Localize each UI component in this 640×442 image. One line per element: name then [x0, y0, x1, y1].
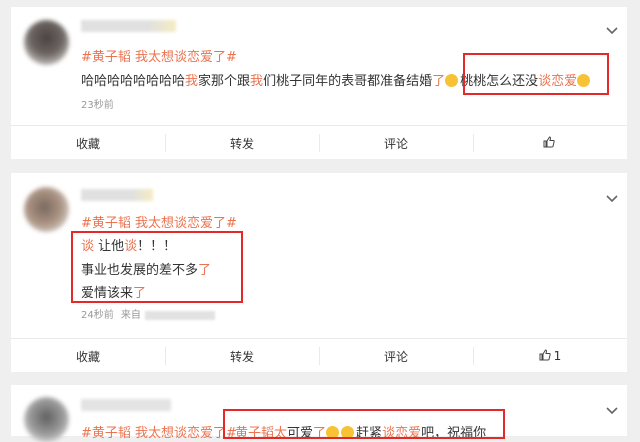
comment-button[interactable]: 评论	[319, 339, 473, 373]
hashtag-link[interactable]: #黄子韬 我太想谈恋爱了#	[81, 422, 237, 441]
highlight-box	[223, 409, 505, 439]
chevron-down-icon[interactable]	[605, 403, 619, 417]
chevron-down-icon[interactable]	[605, 191, 619, 205]
hashtag-link[interactable]: #黄子韬 我太想谈恋爱了#	[81, 212, 237, 231]
highlight-box	[463, 53, 609, 95]
timestamp[interactable]: 23秒前	[81, 96, 114, 111]
like-button[interactable]	[473, 126, 627, 160]
username[interactable]	[81, 20, 176, 32]
username[interactable]	[81, 189, 153, 201]
action-bar: 收藏 转发 评论 1	[11, 338, 627, 373]
username[interactable]	[81, 399, 171, 411]
avatar[interactable]	[24, 187, 69, 232]
post-card-3: #黄子韬 我太想谈恋爱了# 黄子韬太可爱了 赶紧谈恋爱吧，祝福你	[11, 385, 627, 442]
hashtag-link[interactable]: #黄子韬 我太想谈恋爱了#	[81, 46, 237, 65]
thumbs-up-icon	[539, 348, 551, 364]
chevron-down-icon[interactable]	[605, 23, 619, 37]
post-card-1: #黄子韬 我太想谈恋爱了# 哈哈哈哈哈哈哈哈我家那个跟我们桃子同年的表哥都准备结…	[11, 7, 627, 159]
action-bar: 收藏 转发 评论	[11, 125, 627, 160]
repost-button[interactable]: 转发	[165, 126, 319, 160]
avatar[interactable]	[24, 397, 69, 442]
thumbs-up-icon	[543, 135, 555, 151]
collect-button[interactable]: 收藏	[11, 339, 165, 373]
post-card-2: #黄子韬 我太想谈恋爱了# 谈 让他谈！！！ 事业也发展的差不多了 爱情该来了 …	[11, 173, 627, 372]
repost-button[interactable]: 转发	[165, 339, 319, 373]
comment-button[interactable]: 评论	[319, 126, 473, 160]
avatar[interactable]	[24, 20, 69, 65]
collect-button[interactable]: 收藏	[11, 126, 165, 160]
highlight-box	[71, 231, 243, 303]
like-button[interactable]: 1	[473, 339, 627, 373]
source-name[interactable]	[144, 310, 215, 320]
timestamp[interactable]: 24秒前 来自	[81, 306, 215, 321]
laugh-cry-emoji-icon	[445, 74, 459, 87]
